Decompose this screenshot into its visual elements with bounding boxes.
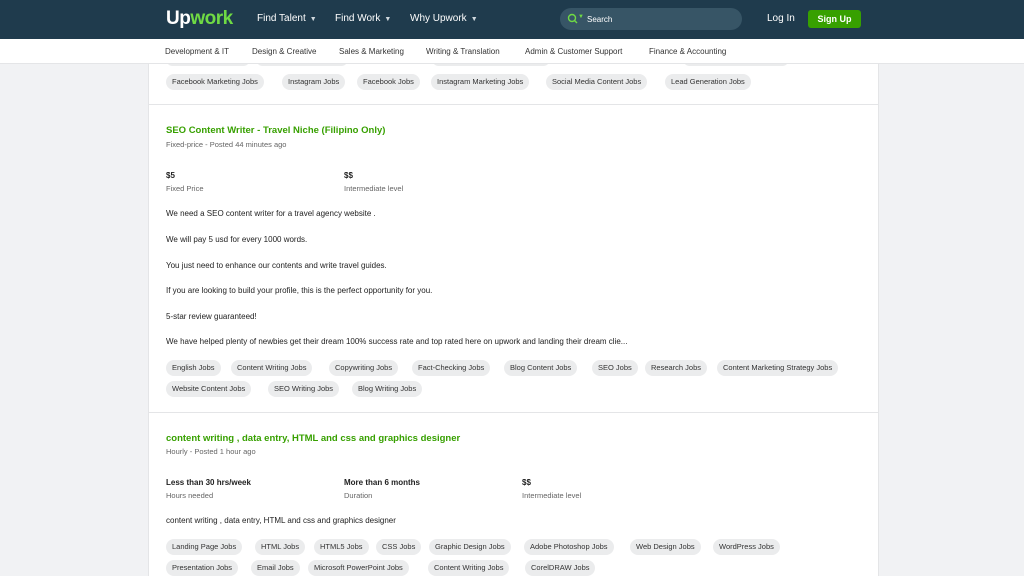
skill-tag[interactable]: Website Content Jobs [166,381,252,397]
experience-label: Intermediate level [522,491,582,500]
login-link[interactable]: Log In [767,13,795,24]
job-divider [149,104,878,105]
skill-tag[interactable]: English Jobs [166,360,221,376]
skill-tag[interactable]: Instagram Marketing Jobs [431,74,530,90]
job-title-link[interactable]: SEO Content Writer - Travel Niche (Filip… [166,125,385,136]
experience-label: Intermediate level [344,184,404,193]
skill-tag[interactable]: Copywriting Jobs [329,360,399,376]
job-description-line: If you are looking to build your profile… [166,286,433,295]
duration-value: More than 6 months [344,478,421,487]
job-description-line: We will pay 5 usd for every 1000 words. [166,235,308,244]
skill-tag[interactable]: Content Writing Jobs [231,360,313,376]
skill-tag[interactable]: CSS Jobs [376,539,422,555]
skill-tag[interactable]: Content Writing Jobs [428,560,510,576]
budget-value: $5 [166,171,175,180]
category-development-it[interactable]: Development & IT [165,47,229,56]
skill-tag[interactable]: Microsoft PowerPoint Jobs [308,560,409,576]
skill-tag[interactable]: Landing Page Jobs [166,539,243,555]
search-input[interactable] [587,11,737,27]
skill-tag[interactable]: Social Media Content Jobs [546,74,648,90]
search-type-chevron-icon[interactable]: ▼ [578,14,584,20]
logo-work: work [190,8,233,29]
skill-tag[interactable]: Web Design Jobs [630,539,701,555]
hours-label: Hours needed [166,491,214,500]
skill-tag[interactable]: Presentation Jobs [166,560,239,576]
job-title-link[interactable]: content writing , data entry, HTML and c… [166,433,460,444]
skill-tag[interactable]: Fact-Checking Jobs [412,360,491,376]
skill-tag[interactable]: Facebook Jobs [357,74,420,90]
duration-label: Duration [344,491,373,500]
skill-tag[interactable]: HTML Jobs [255,539,306,555]
hours-value: Less than 30 hrs/week [166,478,251,487]
job-description-line: content writing , data entry, HTML and c… [166,516,396,525]
job-divider [149,412,878,413]
nav-why-upwork[interactable]: Why Upwork ▼ [410,13,478,24]
skill-tag[interactable]: HTML5 Jobs [314,539,369,555]
job-description-line: 5-star review guaranteed! [166,312,257,321]
nav-find-work[interactable]: Find Work ▼ [335,13,391,24]
budget-label: Fixed Price [166,184,204,193]
job-meta: Fixed-price - Posted 44 minutes ago [166,140,287,149]
skill-tag[interactable]: CorelDRAW Jobs [525,560,596,576]
clipped-tag [167,64,249,66]
chevron-down-icon: ▼ [384,16,392,23]
category-design-creative[interactable]: Design & Creative [252,47,316,56]
category-finance-accounting[interactable]: Finance & Accounting [649,47,726,56]
skill-tag[interactable]: SEO Writing Jobs [268,381,340,397]
skill-tag[interactable]: Lead Generation Jobs [665,74,751,90]
job-meta: Hourly - Posted 1 hour ago [166,447,256,456]
clipped-tag [257,64,347,66]
clipped-tag [684,64,788,66]
skill-tag[interactable]: SEO Jobs [592,360,638,376]
skill-tag[interactable]: Email Jobs [251,560,300,576]
category-writing-translation[interactable]: Writing & Translation [426,47,500,56]
chevron-down-icon: ▼ [309,16,317,23]
skill-tag[interactable]: Content Marketing Strategy Jobs [717,360,839,376]
logo-up: Up [166,8,191,29]
job-description-line: We need a SEO content writer for a trave… [166,209,376,218]
signup-button[interactable]: Sign Up [808,10,861,28]
skill-tag[interactable]: Facebook Marketing Jobs [166,74,264,90]
chevron-down-icon: ▼ [470,16,478,23]
search-box[interactable]: ▼ [560,8,742,30]
skill-tag[interactable]: Blog Content Jobs [504,360,578,376]
category-sales-marketing[interactable]: Sales & Marketing [339,47,404,56]
skill-tag[interactable]: Adobe Photoshop Jobs [524,539,614,555]
skill-tag[interactable]: Research Jobs [645,360,708,376]
job-description-line: You just need to enhance our contents an… [166,261,387,270]
job-feed: Facebook Marketing Jobs Instagram Jobs F… [148,64,879,576]
clipped-tag [433,64,549,66]
skill-tag[interactable]: Blog Writing Jobs [352,381,423,397]
skill-tag[interactable]: Graphic Design Jobs [429,539,511,555]
nav-find-talent[interactable]: Find Talent ▼ [257,13,317,24]
skill-tag[interactable]: Instagram Jobs [282,74,346,90]
upwork-logo[interactable]: Upwork [166,8,233,30]
experience-value: $$ [344,171,353,180]
skill-tag[interactable]: WordPress Jobs [713,539,780,555]
nav-find-work-label: Find Work [335,13,381,24]
nav-why-upwork-label: Why Upwork [410,13,467,24]
category-admin-support[interactable]: Admin & Customer Support [525,47,622,56]
experience-value: $$ [522,478,531,487]
top-navbar: Upwork Find Talent ▼ Find Work ▼ Why Upwor… [0,0,1024,39]
nav-find-talent-label: Find Talent [257,13,306,24]
job-description-line: We have helped plenty of newbies get the… [166,337,628,346]
category-nav: Development & IT Design & Creative Sales… [0,39,1024,64]
